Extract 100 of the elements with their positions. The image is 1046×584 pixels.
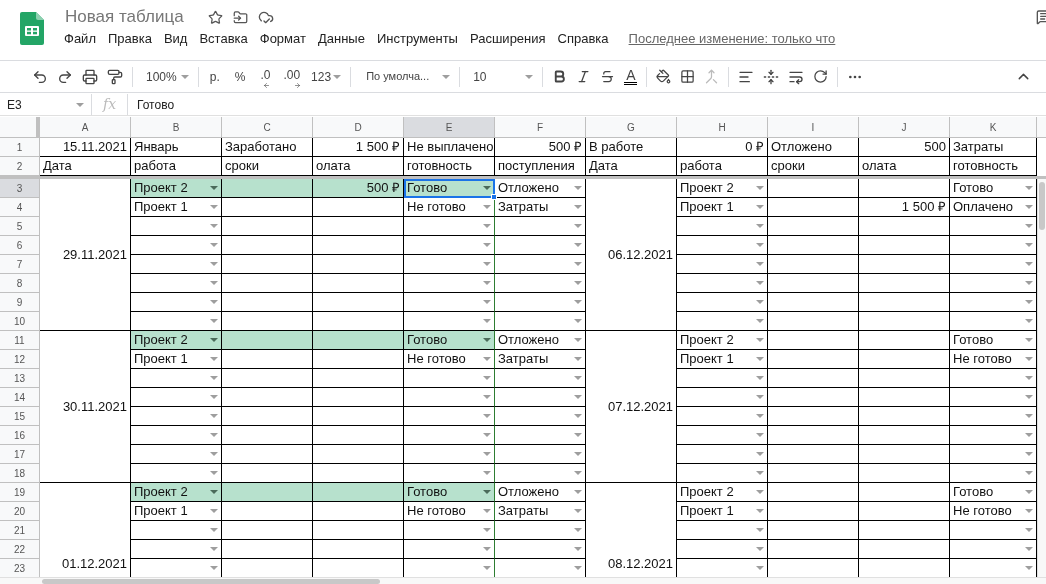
- dropdown-cell[interactable]: [950, 255, 1037, 274]
- number-format-select[interactable]: 123: [311, 67, 342, 86]
- dropdown-cell[interactable]: Отложено: [495, 331, 586, 350]
- dropdown-cell[interactable]: Готово: [404, 179, 495, 198]
- row-header[interactable]: 1: [0, 138, 40, 157]
- dropdown-cell[interactable]: [677, 540, 768, 559]
- menu-item[interactable]: Правка: [101, 29, 158, 49]
- star-icon[interactable]: [207, 9, 223, 25]
- dropdown-cell[interactable]: [677, 274, 768, 293]
- row-header[interactable]: 13: [0, 369, 40, 388]
- row-header[interactable]: 20: [0, 502, 40, 521]
- row-header[interactable]: 8: [0, 274, 40, 293]
- dropdown-cell[interactable]: [495, 464, 586, 483]
- row-header[interactable]: 15: [0, 407, 40, 426]
- dropdown-cell[interactable]: [950, 274, 1037, 293]
- dropdown-cell[interactable]: [131, 274, 222, 293]
- row-header[interactable]: 18: [0, 464, 40, 483]
- dropdown-cell[interactable]: Готово: [404, 331, 495, 350]
- dropdown-cell[interactable]: Проект 1: [677, 350, 768, 369]
- row-header[interactable]: 11: [0, 331, 40, 350]
- dropdown-cell[interactable]: [677, 464, 768, 483]
- borders-icon[interactable]: [680, 69, 696, 84]
- dropdown-cell[interactable]: [404, 445, 495, 464]
- dropdown-cell[interactable]: [495, 426, 586, 445]
- dropdown-cell[interactable]: [131, 540, 222, 559]
- formula-field[interactable]: Готово: [128, 95, 1046, 114]
- rotate-text-icon[interactable]: [813, 69, 829, 84]
- horizontal-scrollbar[interactable]: [0, 577, 1046, 584]
- row-header[interactable]: 19: [0, 483, 40, 502]
- dropdown-cell[interactable]: [495, 369, 586, 388]
- dropdown-cell[interactable]: [677, 445, 768, 464]
- dropdown-cell[interactable]: [131, 255, 222, 274]
- dropdown-cell[interactable]: [131, 236, 222, 255]
- dropdown-cell[interactable]: Затраты: [495, 198, 586, 217]
- dropdown-cell[interactable]: [950, 540, 1037, 559]
- sheets-logo-icon[interactable]: [20, 12, 44, 45]
- menu-item[interactable]: Расширения: [463, 29, 552, 49]
- strikethrough-icon[interactable]: [600, 69, 616, 84]
- dropdown-cell[interactable]: Готово: [950, 483, 1037, 502]
- dropdown-cell[interactable]: Отложено: [495, 179, 586, 198]
- dropdown-cell[interactable]: [131, 464, 222, 483]
- dropdown-cell[interactable]: Проект 2: [131, 331, 222, 350]
- dropdown-cell[interactable]: [404, 540, 495, 559]
- row-header[interactable]: 22: [0, 540, 40, 559]
- dropdown-cell[interactable]: Проект 1: [131, 198, 222, 217]
- column-header[interactable]: E: [404, 117, 495, 138]
- dropdown-cell[interactable]: [950, 445, 1037, 464]
- menu-item[interactable]: Справка: [551, 29, 615, 49]
- vertical-scrollbar[interactable]: [1037, 179, 1046, 577]
- text-color-button[interactable]: A: [624, 68, 638, 85]
- dropdown-cell[interactable]: [131, 445, 222, 464]
- print-icon[interactable]: [82, 68, 98, 85]
- dropdown-cell[interactable]: [131, 521, 222, 540]
- dropdown-cell[interactable]: Проект 1: [677, 198, 768, 217]
- dropdown-cell[interactable]: [950, 236, 1037, 255]
- dropdown-cell[interactable]: Проект 2: [677, 331, 768, 350]
- row-header[interactable]: 14: [0, 388, 40, 407]
- dropdown-cell[interactable]: Готово: [950, 331, 1037, 350]
- dropdown-cell[interactable]: [131, 388, 222, 407]
- dropdown-cell[interactable]: [131, 217, 222, 236]
- row-header[interactable]: 4: [0, 198, 40, 217]
- dropdown-cell[interactable]: [495, 236, 586, 255]
- dropdown-cell[interactable]: [495, 445, 586, 464]
- dropdown-cell[interactable]: [495, 407, 586, 426]
- row-header[interactable]: 16: [0, 426, 40, 445]
- dropdown-cell[interactable]: Затраты: [495, 502, 586, 521]
- dropdown-cell[interactable]: [131, 369, 222, 388]
- cloud-check-icon[interactable]: [257, 9, 274, 25]
- font-select[interactable]: По умолча...: [360, 68, 451, 85]
- dropdown-cell[interactable]: [404, 255, 495, 274]
- dropdown-cell[interactable]: [495, 217, 586, 236]
- dropdown-cell[interactable]: [131, 426, 222, 445]
- fill-handle[interactable]: [491, 194, 497, 200]
- dropdown-cell[interactable]: [677, 407, 768, 426]
- dropdown-cell[interactable]: [950, 369, 1037, 388]
- dropdown-cell[interactable]: [950, 293, 1037, 312]
- dropdown-cell[interactable]: [950, 521, 1037, 540]
- row-header[interactable]: 5: [0, 217, 40, 236]
- dropdown-cell[interactable]: [677, 388, 768, 407]
- dropdown-cell[interactable]: [495, 540, 586, 559]
- vertical-align-icon[interactable]: [763, 68, 780, 85]
- menu-item[interactable]: Данные: [311, 29, 371, 49]
- dropdown-cell[interactable]: Готово: [950, 179, 1037, 198]
- dropdown-cell[interactable]: [495, 388, 586, 407]
- paint-format-icon[interactable]: [107, 68, 123, 85]
- percent-button[interactable]: %: [230, 67, 250, 86]
- dropdown-cell[interactable]: [404, 293, 495, 312]
- dropdown-cell[interactable]: Проект 2: [131, 483, 222, 502]
- row-header[interactable]: 6: [0, 236, 40, 255]
- row-header[interactable]: 17: [0, 445, 40, 464]
- dropdown-cell[interactable]: Проект 1: [131, 502, 222, 521]
- dropdown-cell[interactable]: [404, 407, 495, 426]
- dropdown-cell[interactable]: [950, 217, 1037, 236]
- dropdown-cell[interactable]: [404, 369, 495, 388]
- dropdown-cell[interactable]: Оплачено: [950, 198, 1037, 217]
- menu-item[interactable]: Инструменты: [370, 29, 464, 49]
- row-header[interactable]: 7: [0, 255, 40, 274]
- dropdown-cell[interactable]: [404, 426, 495, 445]
- row-header[interactable]: 2: [0, 157, 40, 176]
- last-edit-link[interactable]: Последнее изменение: только что: [628, 29, 836, 49]
